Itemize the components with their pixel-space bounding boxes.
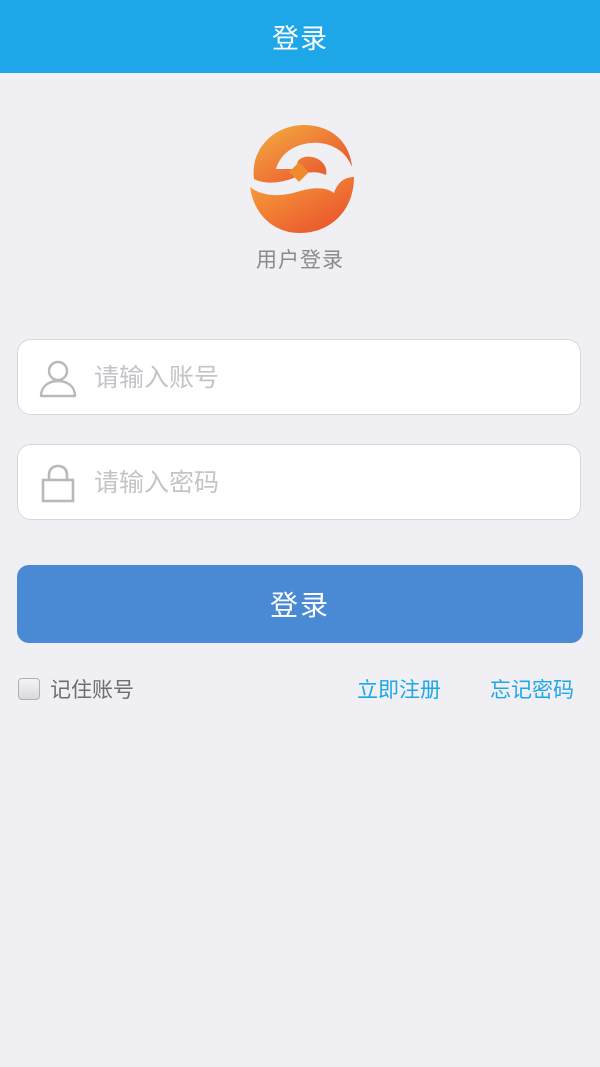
- header-bar: 登录: [0, 0, 600, 73]
- register-link[interactable]: 立即注册: [357, 674, 441, 704]
- remember-account-toggle[interactable]: 记住账号: [18, 674, 134, 704]
- remember-label: 记住账号: [50, 678, 134, 702]
- app-logo: [246, 121, 356, 235]
- logo-caption: 用户登录: [256, 248, 344, 272]
- remember-checkbox[interactable]: [18, 678, 40, 700]
- account-field[interactable]: [17, 339, 581, 415]
- account-input[interactable]: [94, 340, 564, 414]
- password-field[interactable]: [17, 444, 581, 520]
- password-input[interactable]: [94, 445, 564, 519]
- lock-icon: [41, 464, 75, 503]
- login-button[interactable]: 登录: [17, 565, 583, 643]
- forgot-password-link[interactable]: 忘记密码: [490, 674, 574, 704]
- user-icon: [39, 360, 77, 398]
- page-title: 登录: [272, 24, 328, 55]
- coin-hands-logo-icon: [250, 125, 354, 233]
